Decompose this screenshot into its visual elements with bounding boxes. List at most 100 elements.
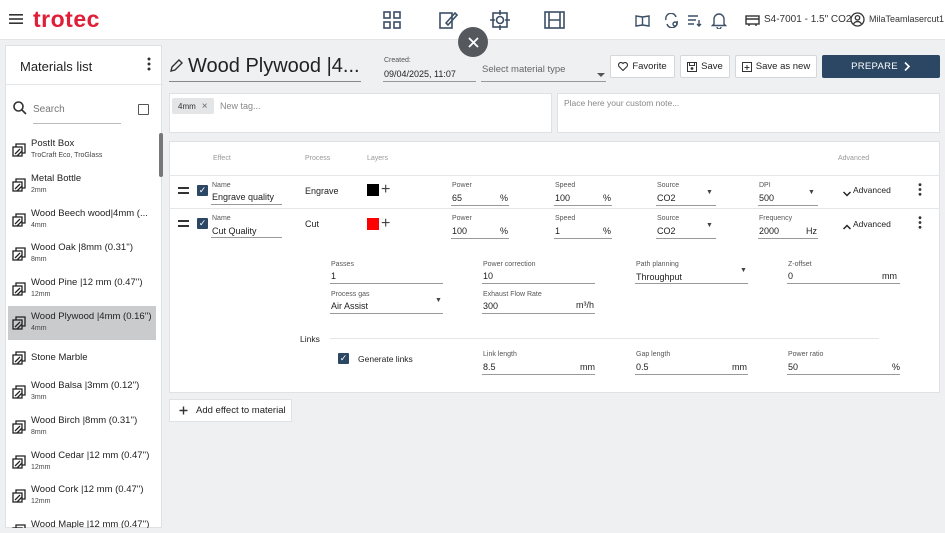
created-value: 09/04/2025, 11:07 bbox=[384, 69, 456, 79]
gap-length-input[interactable]: 0.5 bbox=[636, 362, 649, 372]
path-planning-select[interactable]: Throughput bbox=[636, 272, 682, 282]
power-unit: % bbox=[500, 226, 509, 236]
drag-handle-icon[interactable] bbox=[178, 187, 189, 194]
favorite-button[interactable]: Favorite bbox=[610, 55, 675, 78]
effect-name-input[interactable]: Cut Quality bbox=[212, 226, 257, 236]
power-correction-input[interactable]: 10 bbox=[483, 271, 493, 281]
user-name[interactable]: MilaTeamlasercut1 bbox=[869, 14, 944, 24]
name-underline bbox=[211, 204, 282, 205]
link-length-input[interactable]: 8.5 bbox=[483, 362, 496, 372]
power-input[interactable]: 100 bbox=[452, 226, 467, 236]
gap-length-unit: mm bbox=[732, 362, 747, 372]
user-circle-icon[interactable] bbox=[849, 11, 865, 27]
material-item-wood-cedar[interactable]: Wood Cedar |12 mm (0.47'') 12mm bbox=[8, 445, 156, 479]
source-select[interactable]: CO2 bbox=[657, 193, 676, 203]
material-type-select[interactable]: Select material type bbox=[482, 64, 565, 75]
bell-icon[interactable] bbox=[710, 11, 728, 29]
exhaust-input[interactable]: 300 bbox=[483, 301, 498, 311]
add-layer-icon[interactable]: + bbox=[381, 182, 390, 198]
speed-input[interactable]: 100 bbox=[555, 193, 570, 203]
save-button[interactable]: Save bbox=[680, 55, 730, 78]
created-underline bbox=[383, 81, 476, 82]
add-layer-icon[interactable]: + bbox=[381, 216, 390, 232]
effects-panel bbox=[169, 141, 940, 393]
material-title-input[interactable]: Wood Plywood |4... bbox=[188, 55, 360, 78]
material-item-wood-birch[interactable]: Wood Birch |8mm (0.31'') 8mm bbox=[8, 410, 156, 444]
passes-input[interactable]: 1 bbox=[331, 271, 336, 281]
close-button[interactable] bbox=[458, 27, 488, 57]
material-item-wood-pine[interactable]: Wood Pine |12 mm (0.47'') 12mm bbox=[8, 272, 156, 306]
menu-icon[interactable] bbox=[9, 12, 23, 26]
dpi-select[interactable]: 500 bbox=[759, 193, 774, 203]
material-item-wood-plywood[interactable]: Wood Plywood |4mm (0.16'') 4mm bbox=[8, 306, 156, 340]
passes-label: Passes bbox=[331, 261, 354, 268]
dpi-label: DPI bbox=[759, 182, 771, 189]
z-offset-input[interactable]: 0 bbox=[788, 271, 793, 281]
new-tag-input[interactable]: New tag... bbox=[220, 101, 261, 111]
advanced-toggle[interactable]: Advanced bbox=[853, 219, 891, 229]
material-item-metal-bottle[interactable]: Metal Bottle 2mm bbox=[8, 168, 156, 202]
search-input[interactable]: Search bbox=[33, 104, 65, 115]
search-underline bbox=[33, 123, 121, 124]
source-select[interactable]: CO2 bbox=[657, 226, 676, 236]
trotec-logo: trotec bbox=[33, 6, 100, 32]
material-item-wood-beech[interactable]: Wood Beech wood|4mm (... 4mm bbox=[8, 203, 156, 237]
plus-icon bbox=[179, 406, 188, 415]
power-input[interactable]: 65 bbox=[452, 193, 462, 203]
material-icon bbox=[12, 351, 26, 365]
tag-remove-icon[interactable]: × bbox=[202, 101, 208, 112]
material-icon bbox=[12, 247, 26, 261]
material-item-wood-cork[interactable]: Wood Cork |12 mm (0.47'') 12mm bbox=[8, 479, 156, 513]
row-more-icon[interactable] bbox=[918, 183, 922, 197]
frequency-input[interactable]: 2000 bbox=[759, 226, 779, 236]
sidebar-more-icon[interactable] bbox=[147, 57, 155, 73]
generate-links-checkbox[interactable]: ✓ bbox=[338, 353, 349, 364]
frequency-underline bbox=[758, 238, 818, 239]
power-ratio-unit: % bbox=[892, 362, 901, 372]
process-value: Engrave bbox=[305, 186, 339, 196]
effect-name-input[interactable]: Engrave quality bbox=[212, 192, 274, 202]
focus-icon[interactable] bbox=[489, 9, 511, 31]
process-gas-select[interactable]: Air Assist bbox=[331, 301, 368, 311]
gap-length-label: Gap length bbox=[636, 351, 671, 358]
material-sub: 4mm bbox=[31, 325, 47, 332]
prepare-button[interactable]: PREPARE bbox=[822, 55, 940, 78]
book-icon[interactable] bbox=[634, 12, 650, 28]
add-effect-button[interactable]: Add effect to material bbox=[169, 399, 292, 422]
layer-color-swatch[interactable] bbox=[367, 184, 379, 196]
row-more-icon[interactable] bbox=[918, 216, 922, 230]
sidebar-divider bbox=[6, 84, 163, 85]
grid-icon[interactable] bbox=[382, 10, 402, 30]
header-divider bbox=[169, 175, 940, 176]
chevron-down-icon bbox=[597, 67, 605, 77]
material-item-wood-oak[interactable]: Wood Oak |8mm (0.31'') 8mm bbox=[8, 237, 156, 271]
material-item-stone-marble[interactable]: Stone Marble bbox=[8, 341, 156, 375]
list-sort-icon[interactable] bbox=[686, 12, 702, 28]
advanced-toggle[interactable]: Advanced bbox=[853, 185, 891, 195]
tag-chip[interactable]: 4mm × bbox=[172, 98, 214, 114]
material-item-postit-box[interactable]: PostIt Box TroCraft Eco, TroGlass bbox=[8, 133, 156, 167]
material-sub: 4mm bbox=[31, 222, 47, 229]
job-film-icon[interactable] bbox=[543, 10, 565, 30]
material-item-wood-balsa[interactable]: Wood Balsa |3mm (0.12'') 3mm bbox=[8, 375, 156, 409]
select-all-checkbox[interactable] bbox=[138, 104, 149, 115]
save-as-new-button[interactable]: Save as new bbox=[735, 55, 817, 78]
material-icon bbox=[12, 178, 26, 192]
material-icon bbox=[12, 524, 26, 528]
power-ratio-input[interactable]: 50 bbox=[788, 362, 798, 372]
effect-enabled-checkbox[interactable]: ✓ bbox=[197, 185, 208, 196]
chevron-down-icon: ▼ bbox=[706, 189, 713, 196]
device-label[interactable]: S4-7001 - 1.5" CO2 bbox=[764, 14, 852, 25]
materials-sidebar: Materials list Search PostIt Box TroCraf… bbox=[5, 45, 163, 528]
layer-color-swatch[interactable] bbox=[367, 218, 379, 230]
sidebar-scrollbar[interactable] bbox=[159, 133, 163, 177]
links-divider bbox=[330, 338, 879, 339]
speed-input[interactable]: 1 bbox=[555, 226, 560, 236]
edit-design-icon[interactable] bbox=[437, 9, 459, 31]
save-label: Save bbox=[701, 61, 723, 72]
material-item-wood-maple[interactable]: Wood Maple |12 mm (0.47'') bbox=[8, 514, 156, 528]
settings-sync-icon[interactable] bbox=[663, 12, 679, 28]
material-icon bbox=[12, 213, 26, 227]
drag-handle-icon[interactable] bbox=[178, 220, 189, 227]
effect-enabled-checkbox[interactable]: ✓ bbox=[197, 218, 208, 229]
